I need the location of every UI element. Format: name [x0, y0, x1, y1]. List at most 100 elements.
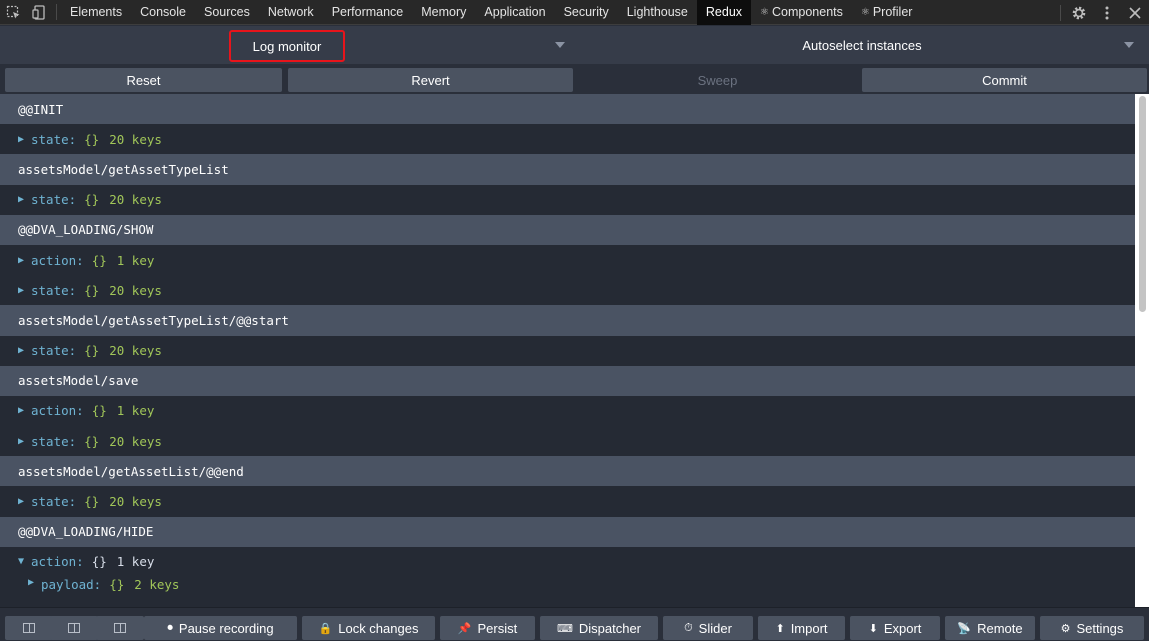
- tab-label: Elements: [70, 5, 123, 19]
- tree-node-count: 1 key: [116, 403, 155, 419]
- collapsed-arrow-icon[interactable]: ▶: [18, 345, 31, 356]
- tab-application[interactable]: Application: [475, 0, 554, 25]
- monitor-actions-bar: Reset Revert Sweep Commit: [0, 64, 1149, 95]
- import-label: Import: [790, 620, 828, 636]
- device-toolbar-icon[interactable]: [26, 0, 52, 25]
- tree-node-brace: {}: [84, 433, 100, 449]
- scrollbar-thumb[interactable]: [1139, 96, 1146, 312]
- lock-changes-button[interactable]: 🔒 Lock changes: [302, 616, 435, 640]
- commit-button[interactable]: Commit: [862, 68, 1147, 92]
- instance-select[interactable]: Autoselect instances: [575, 26, 1149, 64]
- slider-label: Slider: [698, 620, 732, 636]
- persist-label: Persist: [477, 620, 518, 636]
- tab-label: Memory: [421, 5, 467, 19]
- devtools-right-controls: [1056, 0, 1149, 25]
- layout-right-button[interactable]: [50, 616, 98, 640]
- tree-node[interactable]: ▶ state: {} 20 keys: [0, 124, 1135, 155]
- collapsed-arrow-icon[interactable]: ▶: [28, 577, 41, 588]
- tree-node-brace: {}: [84, 131, 100, 147]
- layout-left-button[interactable]: [5, 616, 53, 640]
- tab-lighthouse[interactable]: Lighthouse: [618, 0, 697, 25]
- persist-button[interactable]: 📌 Persist: [440, 616, 535, 640]
- tree-node-key: state:: [31, 494, 77, 510]
- close-icon[interactable]: [1121, 0, 1149, 25]
- collapsed-arrow-icon[interactable]: ▶: [18, 436, 31, 447]
- action-entry[interactable]: @@DVA_LOADING/SHOW: [0, 214, 1135, 245]
- lock-icon: 🔒: [318, 622, 333, 635]
- tab-elements[interactable]: Elements: [61, 0, 131, 25]
- remote-label: Remote: [977, 620, 1023, 636]
- collapsed-arrow-icon[interactable]: ▶: [18, 134, 31, 145]
- settings-label: Settings: [1076, 620, 1124, 636]
- tree-node-key: state:: [31, 343, 77, 359]
- tab-security[interactable]: Security: [555, 0, 618, 25]
- tab-sources[interactable]: Sources: [195, 0, 259, 25]
- inspect-element-icon[interactable]: [0, 0, 26, 25]
- layout-icon: [114, 623, 126, 633]
- tree-node-count: 20 keys: [109, 282, 162, 298]
- tree-node[interactable]: ▶ action: {} 1 key: [0, 395, 1135, 427]
- devtools-tabs: Elements Console Sources Network Performance…: [61, 0, 921, 25]
- tab-label: Lighthouse: [626, 5, 688, 19]
- tree-node[interactable]: ▶ state: {} 20 keys: [0, 184, 1135, 215]
- tab-performance[interactable]: Performance: [323, 0, 413, 25]
- tree-node[interactable]: ▶ action: {} 1 key: [0, 244, 1135, 276]
- tab-label: Security: [563, 5, 609, 19]
- tree-node-brace: {}: [91, 403, 107, 419]
- tree-node-key: action:: [31, 554, 84, 570]
- remote-button[interactable]: 📡 Remote: [945, 616, 1035, 640]
- collapsed-arrow-icon[interactable]: ▶: [18, 255, 31, 266]
- tree-node[interactable]: ▶ state: {} 20 keys: [0, 486, 1135, 517]
- tab-label: Performance: [331, 5, 404, 19]
- more-options-icon[interactable]: [1093, 0, 1121, 25]
- tree-node-brace: {}: [109, 577, 125, 592]
- tab-label: Redux: [705, 5, 743, 19]
- tab-label: Profiler: [872, 5, 913, 19]
- tree-node-key: state:: [31, 282, 77, 298]
- reset-button[interactable]: Reset: [5, 68, 282, 92]
- tab-memory[interactable]: Memory: [412, 0, 475, 25]
- tab-components[interactable]: ⚛ Components: [751, 0, 852, 25]
- action-entry[interactable]: @@INIT: [0, 94, 1135, 125]
- tab-label: Sources: [203, 5, 250, 19]
- pause-recording-button[interactable]: ⏺ Pause recording: [144, 616, 297, 640]
- slider-button[interactable]: ⏱ Slider: [663, 616, 753, 640]
- action-entry[interactable]: @@DVA_LOADING/HIDE: [0, 516, 1135, 547]
- collapsed-arrow-icon[interactable]: ▶: [18, 285, 31, 296]
- sweep-button[interactable]: Sweep: [575, 68, 860, 92]
- export-button[interactable]: ⬇ Export: [850, 616, 940, 640]
- tree-node[interactable]: ▼ action: {} 1 key: [0, 546, 1135, 577]
- toolbar-divider: [1060, 4, 1061, 21]
- expanded-arrow-icon[interactable]: ▼: [18, 556, 31, 567]
- collapsed-arrow-icon[interactable]: ▶: [18, 496, 31, 507]
- action-log-list: @@INIT ▶ state:{} 20 keys assetsModel/getAss…: [0, 94, 1135, 607]
- stopwatch-icon: ⏱: [684, 621, 693, 634]
- revert-button[interactable]: Revert: [288, 68, 573, 92]
- tree-node-count: 1 key: [116, 554, 155, 570]
- gear-icon[interactable]: [1065, 0, 1093, 25]
- tab-network[interactable]: Network: [259, 0, 323, 25]
- action-entry[interactable]: assetsModel/getAssetTypeList/@@start: [0, 305, 1135, 336]
- collapsed-arrow-icon[interactable]: ▶: [18, 405, 31, 416]
- tree-node[interactable]: ▶ state: {} 20 keys: [0, 275, 1135, 306]
- export-label: Export: [883, 620, 922, 636]
- tree-node[interactable]: ▶ state: {} 20 keys: [0, 335, 1135, 366]
- import-button[interactable]: ⬆ Import: [758, 616, 845, 640]
- dispatcher-button[interactable]: ⌨ Dispatcher: [540, 616, 658, 640]
- action-entry[interactable]: assetsModel/getAssetTypeList: [0, 154, 1135, 185]
- tree-node[interactable]: ▶ state: {} 20 keys: [0, 426, 1135, 457]
- action-entry[interactable]: assetsModel/getAssetList/@@end: [0, 456, 1135, 487]
- action-entry[interactable]: assetsModel/save: [0, 365, 1135, 396]
- collapsed-arrow-icon[interactable]: ▶: [18, 194, 31, 205]
- tab-redux[interactable]: Redux: [696, 0, 752, 25]
- tab-label: Network: [267, 5, 314, 19]
- layout-bottom-button[interactable]: [96, 616, 144, 640]
- chevron-down-icon: [555, 42, 565, 48]
- tree-node-brace: {}: [84, 282, 100, 298]
- tree-node-brace: {}: [91, 252, 107, 268]
- tree-node[interactable]: ▶ payload: {} 2 keys: [0, 577, 1135, 597]
- tab-profiler[interactable]: ⚛ Profiler: [852, 0, 922, 25]
- pin-icon: 📌: [457, 622, 472, 635]
- tab-console[interactable]: Console: [131, 0, 195, 25]
- settings-button[interactable]: ⚙ Settings: [1040, 616, 1144, 640]
